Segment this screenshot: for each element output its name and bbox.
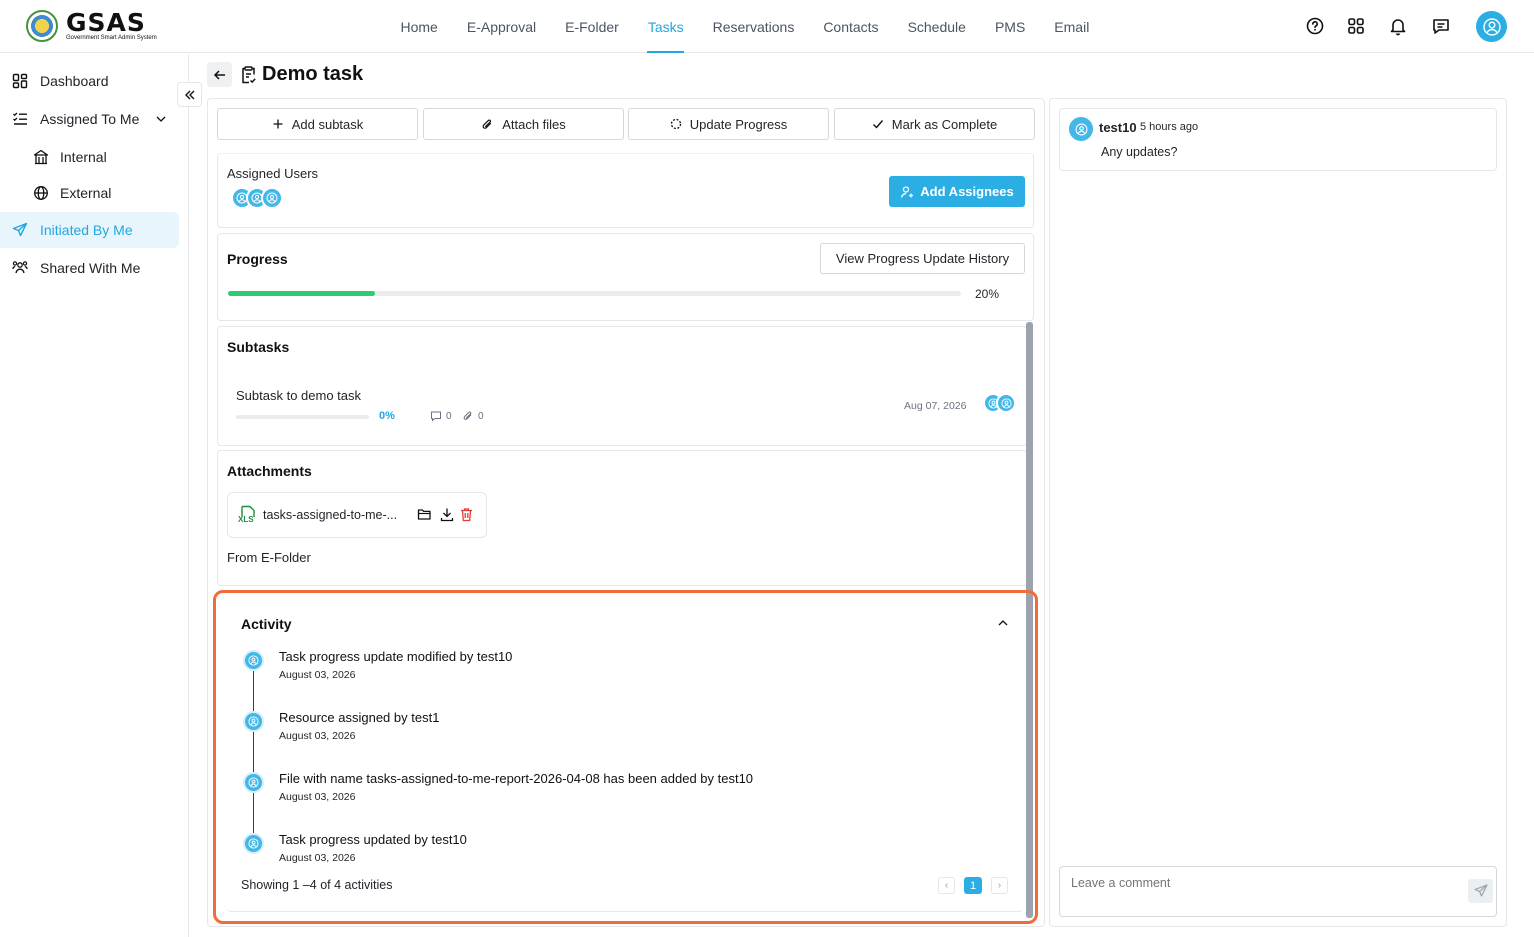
sidebar-item-label: Dashboard [40,73,109,89]
comment-author: test10 [1099,120,1137,135]
send-icon [1473,884,1488,897]
comment-author-avatar[interactable] [1069,117,1093,141]
user-avatar[interactable] [1476,11,1507,42]
paperclip-icon [482,118,492,129]
progress-bar-fill [228,291,375,296]
excel-file-icon: XLS [238,505,258,525]
progress-bar [228,291,961,296]
assigned-users-title: Assigned Users [227,166,319,181]
nav-tasks[interactable]: Tasks [633,0,698,53]
file-type-label: XLS [238,515,254,524]
open-folder-icon[interactable] [417,507,432,522]
user-icon [1000,397,1012,409]
comment-text: Any updates? [1101,145,1178,159]
task-clipboard-icon [240,66,257,84]
help-icon[interactable] [1305,16,1325,36]
globe-icon [33,185,49,201]
view-progress-history-button[interactable]: View Progress Update History [820,243,1025,274]
sidebar-item-label: External [60,185,112,201]
brand-name: GSAS [66,7,146,37]
users-icon [12,260,28,276]
comment-icon [431,411,441,422]
back-button[interactable] [207,62,232,87]
sidebar-item-label: Initiated By Me [40,222,133,238]
comment-item [1059,108,1497,171]
check-icon [872,120,883,129]
arrow-left-icon [213,69,225,80]
progress-title: Progress [227,251,288,267]
list-icon [12,111,28,127]
nav-e-folder[interactable]: E-Folder [551,0,634,53]
activity-highlight-box [213,590,1038,924]
sidebar-item-label: Assigned To Me [40,111,140,127]
bell-icon[interactable] [1388,16,1408,36]
page-title: Demo task [262,63,364,85]
attach-files-button[interactable]: Attach files [423,108,624,140]
top-bar: GSAS Government Smart Admin System Home … [0,0,1534,53]
attachment-source-label: From E-Folder [227,550,311,565]
sidebar-item-shared-with-me[interactable]: Shared With Me [0,250,179,286]
double-chevron-left-icon [184,90,194,99]
sidebar-item-dashboard[interactable]: Dashboard [0,63,179,99]
brand-logo[interactable]: GSAS Government Smart Admin System [26,10,157,42]
comments-panel [1049,98,1507,927]
sidebar-item-label: Internal [60,149,107,165]
subtask-comment-count: 0 [430,410,452,422]
sidebar-item-initiated-by-me[interactable]: Initiated By Me [0,212,179,248]
user-icon [1482,17,1501,36]
send-icon [12,222,28,238]
chat-icon[interactable] [1431,16,1451,36]
seal-icon [26,10,58,42]
paperclip-icon [463,411,472,420]
add-assignees-button[interactable]: Add Assignees [889,176,1025,207]
add-subtask-button[interactable]: Add subtask [217,108,418,140]
trash-icon[interactable] [460,507,473,522]
apps-grid-icon[interactable] [1346,16,1366,36]
attachments-title: Attachments [227,463,312,479]
dashboard-icon [12,73,28,89]
sidebar-item-external[interactable]: External [0,175,179,211]
assignee-avatar[interactable] [261,187,283,209]
nav-schedule[interactable]: Schedule [893,0,980,53]
nav-email[interactable]: Email [1040,0,1104,53]
sidebar-item-internal[interactable]: Internal [0,139,179,175]
sidebar-item-assigned-to-me[interactable]: Assigned To Me [0,101,179,137]
comment-time: 5 hours ago [1140,121,1199,133]
subtask-name[interactable]: Subtask to demo task [236,388,361,403]
download-icon[interactable] [440,507,454,522]
nav-reservations[interactable]: Reservations [698,0,809,53]
plus-icon [273,119,283,129]
user-icon [1075,123,1087,135]
user-plus-icon [901,185,914,198]
subtasks-card [217,326,1027,446]
subtask-due-date: Aug 07, 2026 [904,400,967,412]
subtask-progress-bar [236,415,369,419]
mark-complete-button[interactable]: Mark as Complete [834,108,1035,140]
send-comment-button[interactable] [1468,879,1493,903]
progress-percent: 20% [975,287,1000,301]
subtask-attachment-count: 0 [462,410,484,422]
nav-home[interactable]: Home [386,0,452,53]
subtasks-title: Subtasks [227,339,290,355]
attachment-file-name[interactable]: tasks-assigned-to-me-... [263,508,397,522]
comment-input[interactable] [1059,866,1497,917]
subtask-assignee-avatar[interactable] [996,393,1016,413]
user-icon [266,192,278,204]
loader-icon [670,118,681,130]
update-progress-button[interactable]: Update Progress [628,108,829,140]
chevron-down-icon[interactable] [155,113,167,125]
building-icon [33,149,49,165]
main-nav: Home E-Approval E-Folder Tasks Reservati… [386,0,1104,53]
brand-subtitle: Government Smart Admin System [66,34,157,41]
subtask-progress-percent: 0% [379,410,395,422]
nav-pms[interactable]: PMS [980,0,1039,53]
nav-e-approval[interactable]: E-Approval [452,0,550,53]
sidebar-item-label: Shared With Me [40,260,141,276]
collapse-sidebar-button[interactable] [177,82,202,107]
nav-contacts[interactable]: Contacts [809,0,893,53]
